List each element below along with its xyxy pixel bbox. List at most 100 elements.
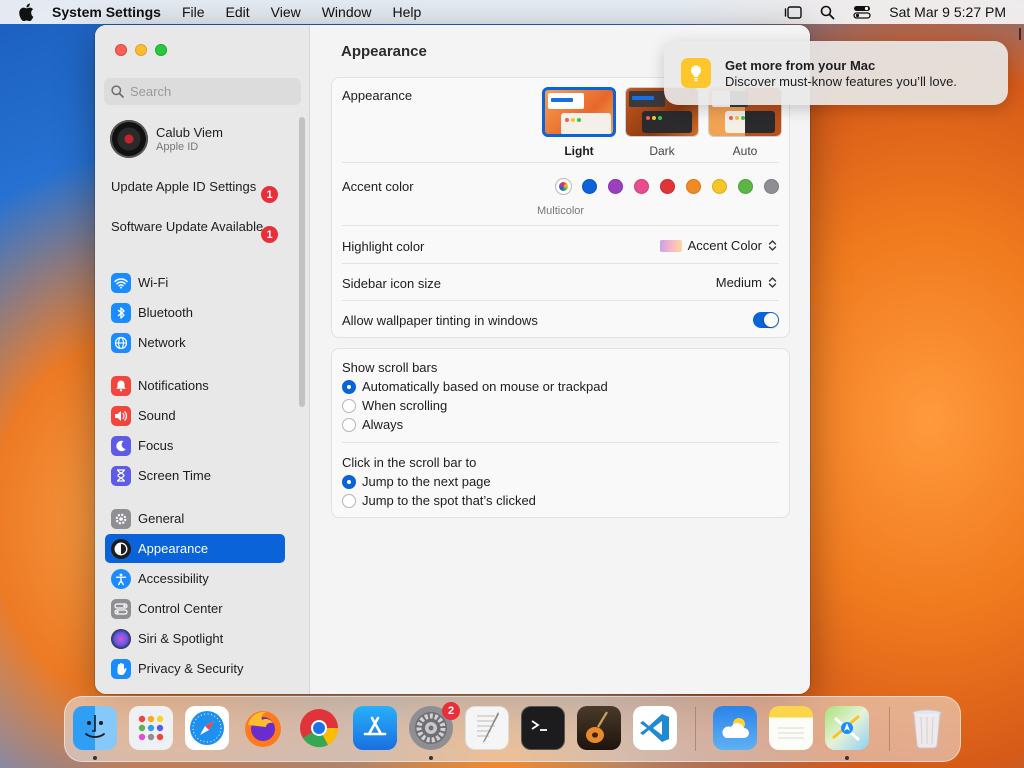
safari-icon[interactable]: [185, 706, 229, 750]
sidebar-item-focus[interactable]: Focus: [105, 431, 285, 460]
sidebar-item-general[interactable]: General: [105, 504, 285, 533]
menu-app-name[interactable]: System Settings: [52, 4, 161, 20]
trash-icon[interactable]: [905, 706, 949, 750]
chevron-up-down-icon: [768, 239, 777, 252]
apple-id-profile[interactable]: Calub Viem Apple ID: [110, 120, 223, 158]
sidebar-item-label: General: [138, 511, 185, 526]
stage-manager-icon[interactable]: [784, 5, 802, 19]
search-input[interactable]: [130, 84, 290, 99]
dock-separator: [695, 707, 696, 751]
sidebar-item-wifi[interactable]: Wi-Fi: [105, 268, 285, 297]
sidebar-scrollbar[interactable]: [299, 117, 305, 407]
spotlight-search-icon[interactable]: [820, 5, 835, 20]
hourglass-icon: [111, 465, 131, 486]
sidebar-item-control-center[interactable]: Control Center: [105, 594, 285, 623]
theme-label: Light: [564, 144, 594, 158]
notice-badge: 1: [261, 186, 278, 203]
control-center-icon: [111, 598, 131, 619]
divider: [342, 263, 779, 264]
sidebar-item-screen-time[interactable]: Screen Time: [105, 461, 285, 490]
light-theme-thumbnail: [542, 87, 616, 137]
sidebar-item-notifications[interactable]: Notifications: [105, 371, 285, 400]
profile-name: Calub Viem: [156, 125, 223, 140]
wallpaper-tinting-toggle[interactable]: [753, 312, 779, 328]
accent-yellow-swatch[interactable]: [712, 179, 727, 194]
accent-orange-swatch[interactable]: [686, 179, 701, 194]
scroll-bars-automatic-option[interactable]: Automatically based on mouse or trackpad: [342, 379, 608, 394]
radio-button[interactable]: [342, 398, 356, 413]
accent-pink-swatch[interactable]: [634, 179, 649, 194]
sidebar-item-sound[interactable]: Sound: [105, 401, 285, 430]
sidebar-item-label: Wi-Fi: [138, 275, 169, 290]
garageband-icon[interactable]: [577, 706, 621, 750]
sidebar-item-label: Sound: [138, 408, 176, 423]
menu-edit[interactable]: Edit: [226, 4, 250, 20]
click-next-page-option[interactable]: Jump to the next page: [342, 474, 491, 489]
accent-graphite-swatch[interactable]: [764, 179, 779, 194]
sidebar-item-privacy-security[interactable]: Privacy & Security: [105, 654, 285, 683]
theme-light-option[interactable]: Light: [542, 87, 616, 158]
sidebar-item-bluetooth[interactable]: Bluetooth: [105, 298, 285, 327]
firefox-icon[interactable]: [241, 706, 285, 750]
radio-button[interactable]: [342, 417, 356, 432]
menu-help[interactable]: Help: [393, 4, 422, 20]
scroll-bar-settings-card: Show scroll bars Automatically based on …: [331, 348, 790, 518]
highlight-color-value: Accent Color: [687, 238, 762, 253]
theme-label: Dark: [649, 144, 675, 158]
highlight-color-label: Highlight color: [342, 239, 425, 254]
apple-menu-icon[interactable]: [18, 2, 38, 22]
notes-icon[interactable]: [769, 706, 813, 750]
sidebar: Calub Viem Apple ID Update Apple ID Sett…: [95, 25, 310, 694]
radio-button[interactable]: [342, 379, 356, 394]
scroll-bars-when-scrolling-option[interactable]: When scrolling: [342, 398, 447, 413]
sidebar-item-accessibility[interactable]: Accessibility: [105, 564, 285, 593]
accent-multicolor-swatch[interactable]: [556, 179, 571, 194]
launchpad-icon[interactable]: [129, 706, 173, 750]
maps-icon[interactable]: [825, 706, 869, 750]
show-scroll-bars-label: Show scroll bars: [342, 360, 438, 375]
app-store-icon[interactable]: [353, 706, 397, 750]
click-spot-option[interactable]: Jump to the spot that’s clicked: [342, 493, 536, 508]
sidebar-item-siri-spotlight[interactable]: Siri & Spotlight: [105, 624, 285, 653]
accent-caption: Multicolor: [537, 205, 585, 217]
scroll-bars-always-option[interactable]: Always: [342, 417, 403, 432]
terminal-icon[interactable]: [521, 706, 565, 750]
menu-clock[interactable]: Sat Mar 9 5:27 PM: [889, 4, 1006, 20]
sidebar-item-appearance[interactable]: Appearance: [105, 534, 285, 563]
menu-view[interactable]: View: [271, 4, 301, 20]
radio-button[interactable]: [342, 474, 356, 489]
accent-green-swatch[interactable]: [738, 179, 753, 194]
accent-red-swatch[interactable]: [660, 179, 675, 194]
moon-icon: [111, 435, 131, 456]
menu-window[interactable]: Window: [322, 4, 372, 20]
vscode-icon[interactable]: [633, 706, 677, 750]
finder-icon[interactable]: [73, 706, 117, 750]
accent-purple-swatch[interactable]: [608, 179, 623, 194]
wallpaper-tinting-label: Allow wallpaper tinting in windows: [342, 313, 538, 328]
menu-bar: System Settings File Edit View Window He…: [0, 0, 1024, 24]
highlight-color-popup[interactable]: Accent Color: [659, 238, 777, 253]
minimize-button[interactable]: [135, 44, 147, 56]
sidebar-icon-size-popup[interactable]: Medium: [716, 275, 777, 290]
search-icon: [111, 85, 124, 98]
weather-icon[interactable]: [713, 706, 757, 750]
divider: [342, 442, 779, 443]
profile-subtitle: Apple ID: [156, 141, 199, 153]
menu-file[interactable]: File: [182, 4, 205, 20]
sidebar-item-network[interactable]: Network: [105, 328, 285, 357]
sidebar-item-label: Privacy & Security: [138, 661, 244, 676]
radio-label: When scrolling: [362, 398, 448, 413]
close-button[interactable]: [115, 44, 127, 56]
dock-badge: 2: [442, 702, 460, 720]
notification-banner[interactable]: Get more from your Mac Discover must-kno…: [664, 41, 1008, 105]
textedit-icon[interactable]: [465, 706, 509, 750]
highlight-color-preview: [659, 239, 682, 252]
control-center-menu-icon[interactable]: [853, 5, 871, 19]
divider: [342, 162, 779, 163]
accent-blue-swatch[interactable]: [582, 179, 597, 194]
bell-icon: [111, 375, 131, 396]
search-field[interactable]: [104, 78, 301, 105]
chrome-icon[interactable]: [297, 706, 341, 750]
radio-button[interactable]: [342, 493, 356, 508]
zoom-button[interactable]: [155, 44, 167, 56]
